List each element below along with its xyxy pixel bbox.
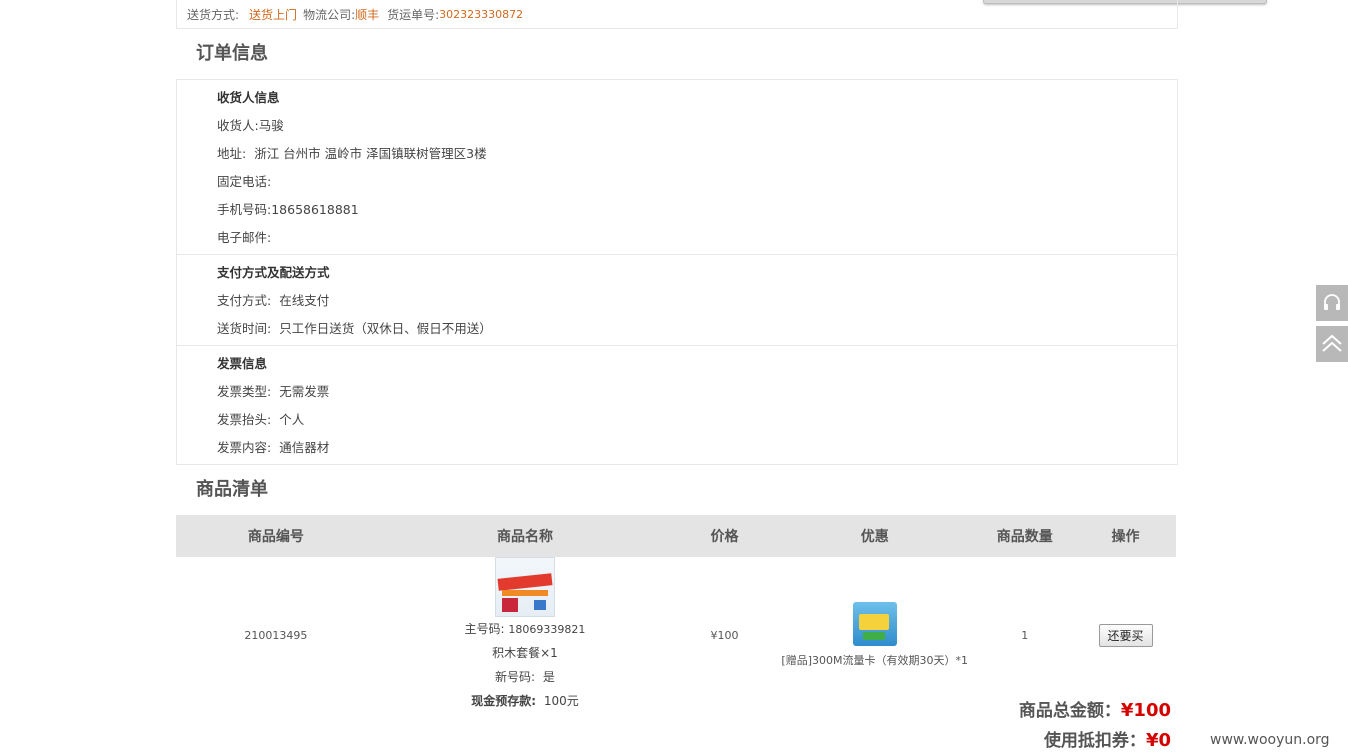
invoice-title-value: 个人 (279, 412, 305, 427)
delivery-time-value: 只工作日送货（双休日、假日不用送） (279, 321, 492, 336)
email-row: 电子邮件: (217, 224, 1177, 252)
delivery-method-value: 送货上门 (249, 7, 298, 22)
tracking-label: 货运单号: (387, 7, 440, 22)
email-label: 电子邮件: (217, 230, 272, 245)
invoice-type-row: 发票类型: 无需发票 (217, 378, 1177, 406)
gift-image (852, 602, 897, 646)
delivery-time-label: 送货时间: (217, 321, 272, 336)
order-info-title: 订单信息 (196, 43, 268, 64)
invoice-content-label: 发票内容: (217, 440, 272, 455)
product-image[interactable] (494, 557, 555, 617)
product-price: ¥100 (710, 628, 739, 642)
payment-method-row: 支付方式: 在线支付 (217, 287, 1177, 315)
phone-label: 固定电话: (217, 174, 272, 189)
payment-method-label: 支付方式: (217, 293, 272, 308)
invoice-title-label: 发票抬头: (217, 412, 272, 427)
product-list-title: 商品清单 (196, 479, 268, 500)
new-number-line: 新号码: 是 (376, 665, 674, 689)
consignee-heading: 收货人信息 (217, 90, 280, 105)
tracking-number: 302323330872 (439, 7, 524, 21)
invoice-type-label: 发票类型: (217, 384, 272, 399)
carrier-value: 顺丰 (355, 7, 380, 22)
total-label: 商品总金额： (1018, 701, 1121, 721)
deposit-value: 100元 (543, 694, 579, 708)
mobile-value: 18658618881 (271, 202, 359, 217)
payment-heading: 支付方式及配送方式 (217, 265, 330, 280)
delivery-time-row: 送货时间: 只工作日送货（双休日、假日不用送） (217, 315, 1177, 343)
invoice-group: 发票信息 发票类型: 无需发票 发票抬头: 个人 发票内容: 通信器材 (177, 345, 1177, 464)
phone-row: 固定电话: (217, 168, 1177, 196)
table-header-row: 商品编号 商品名称 价格 优惠 商品数量 操作 (176, 515, 1176, 557)
total-value: ¥100 (1120, 700, 1171, 721)
order-detail: 送货方式: 送货上门 物流公司: 顺丰 货运单号: 302323330872 订… (176, 0, 1178, 751)
total-amount: 商品总金额：¥100 (1019, 696, 1171, 721)
product-quantity: 1 (1021, 628, 1029, 642)
invoice-type-value: 无需发票 (279, 384, 330, 399)
main-number-line: 主号码: 18069339821 (376, 617, 674, 641)
product-name-cell: 主号码: 18069339821 积木套餐×1 新号码: 是 现金预存款: 10… (376, 557, 674, 713)
col-header-promo: 优惠 (774, 515, 975, 557)
col-header-name: 商品名称 (375, 515, 675, 557)
invoice-content-row: 发票内容: 通信器材 (217, 434, 1177, 462)
invoice-content-value: 通信器材 (279, 440, 330, 455)
deposit-line: 现金预存款: 100元 (376, 689, 674, 713)
mobile-row: 手机号码:18658618881 (217, 196, 1177, 224)
headset-icon (1324, 294, 1340, 310)
buy-again-button[interactable]: 还要买 (1098, 623, 1153, 647)
package-line: 积木套餐×1 (492, 646, 558, 660)
product-table: 商品编号 商品名称 价格 优惠 商品数量 操作 210013495 主号码: 1… (176, 515, 1176, 713)
main-number: 18069339821 (508, 623, 586, 636)
carrier-label: 物流公司: (303, 7, 356, 22)
promo-cell: [赠品]300M流量卡（有效期30天）*1 (775, 557, 975, 713)
watermark: www.wooyun.org (1210, 732, 1330, 748)
action-cell: 还要买 (1075, 557, 1176, 713)
new-number-label: 新号码: (495, 670, 536, 684)
chevron-up-icon (1322, 334, 1342, 352)
mobile-label: 手机号码: (217, 202, 272, 217)
gift-text: [赠品]300M流量卡（有效期30天）*1 (781, 654, 968, 667)
back-to-top-button[interactable] (1316, 326, 1348, 362)
order-info-box: 收货人信息 收货人:马骏 地址: 浙江 台州市 温岭市 泽国镇联树管理区3楼 固… (176, 79, 1178, 465)
new-number-value: 是 (542, 670, 555, 684)
coupon-value: ¥0 (1145, 730, 1171, 751)
payment-group: 支付方式及配送方式 支付方式: 在线支付 送货时间: 只工作日送货（双休日、假日… (177, 254, 1177, 345)
consignee-name: 马骏 (258, 118, 284, 133)
col-header-quantity: 商品数量 (974, 515, 1076, 557)
product-id: 210013495 (244, 628, 308, 642)
delivery-strip: 送货方式: 送货上门 物流公司: 顺丰 货运单号: 302323330872 (176, 0, 1178, 29)
address-label: 地址: (217, 146, 247, 161)
delivery-method-label: 送货方式: (187, 7, 240, 22)
consignee-group: 收货人信息 收货人:马骏 地址: 浙江 台州市 温岭市 泽国镇联树管理区3楼 固… (177, 80, 1177, 254)
deposit-label: 现金预存款: (471, 694, 536, 708)
main-number-label: 主号码: (464, 622, 505, 636)
address-value: 浙江 台州市 温岭市 泽国镇联树管理区3楼 (254, 146, 487, 161)
customer-service-button[interactable] (1316, 285, 1348, 321)
coupon-label: 使用抵扣券： (1043, 731, 1146, 751)
invoice-title-row: 发票抬头: 个人 (217, 406, 1177, 434)
payment-method-value: 在线支付 (279, 293, 330, 308)
invoice-heading: 发票信息 (217, 356, 268, 371)
coupon-amount: 使用抵扣券：¥0 (1044, 726, 1171, 751)
col-header-id: 商品编号 (176, 515, 376, 557)
col-header-price: 价格 (674, 515, 775, 557)
consignee-name-row: 收货人:马骏 (217, 112, 1177, 140)
table-row: 210013495 主号码: 18069339821 积木套餐×1 新号码: 是 (176, 557, 1176, 713)
address-row: 地址: 浙江 台州市 温岭市 泽国镇联树管理区3楼 (217, 140, 1177, 168)
consignee-name-label: 收货人: (217, 118, 259, 133)
col-header-action: 操作 (1075, 515, 1176, 557)
